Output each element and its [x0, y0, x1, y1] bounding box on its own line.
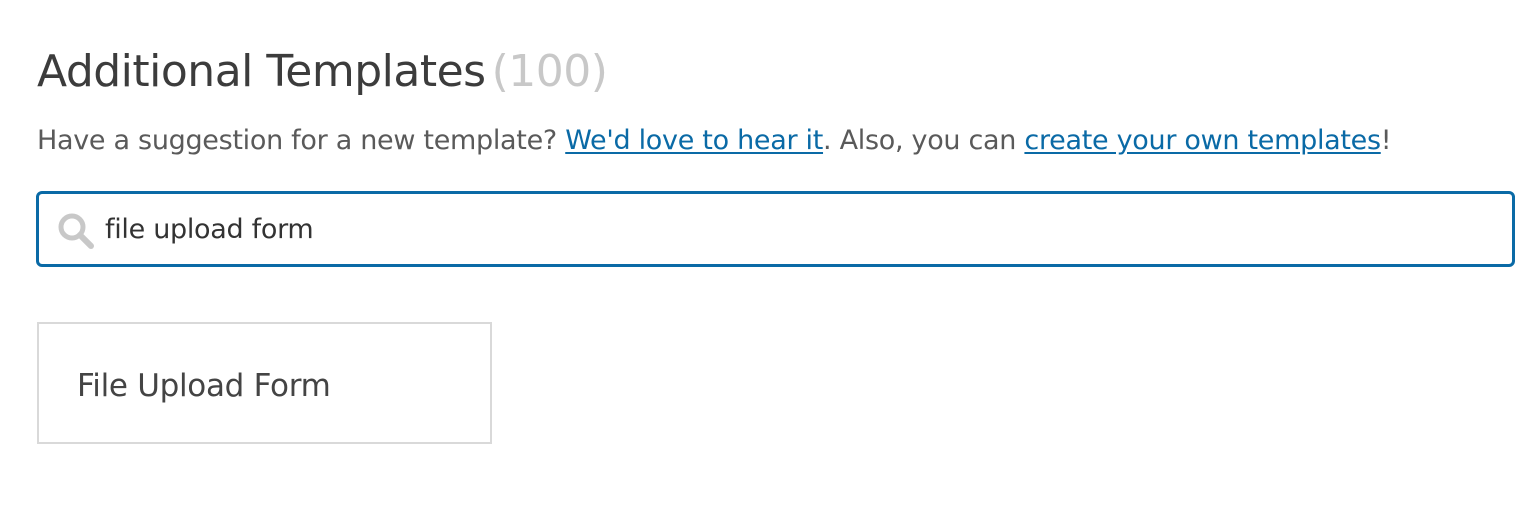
suggestion-suffix: ! [1380, 125, 1392, 156]
suggestion-prefix: Have a suggestion for a new template? [37, 125, 557, 156]
page-title-text: Additional Templates [37, 46, 486, 97]
suggestion-text: Have a suggestion for a new template? We… [37, 122, 1392, 160]
template-card-title: File Upload Form [77, 368, 331, 404]
suggest-template-link[interactable]: We'd love to hear it [565, 125, 823, 156]
page-title: Additional Templates (100) [37, 44, 608, 100]
search-icon [57, 212, 97, 252]
suggestion-middle: . Also, you can [823, 125, 1017, 156]
templates-panel: Additional Templates (100) Have a suggest… [0, 0, 1537, 527]
template-card-file-upload-form[interactable]: File Upload Form [37, 322, 492, 444]
template-search-box[interactable] [36, 191, 1515, 267]
template-search-input[interactable] [105, 204, 1485, 254]
create-templates-link[interactable]: create your own templates [1024, 125, 1381, 156]
template-count: (100) [491, 46, 608, 97]
